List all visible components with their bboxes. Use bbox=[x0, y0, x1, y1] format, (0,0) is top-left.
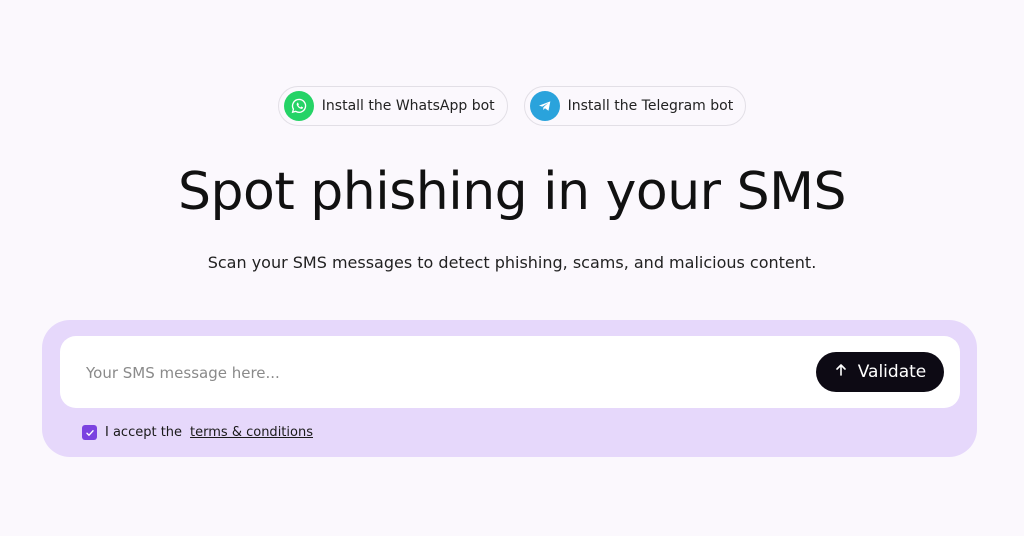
validate-button[interactable]: Validate bbox=[816, 352, 944, 392]
whatsapp-bot-label: Install the WhatsApp bot bbox=[321, 98, 495, 114]
checkmark-icon bbox=[85, 429, 94, 436]
sms-input-container: Validate bbox=[60, 336, 960, 408]
install-telegram-bot-button[interactable]: Install the Telegram bot bbox=[523, 86, 747, 126]
sms-check-panel: Validate I accept the terms & conditions bbox=[42, 320, 977, 457]
terms-conditions-link[interactable]: terms & conditions bbox=[190, 425, 313, 440]
validate-label: Validate bbox=[857, 362, 927, 382]
bot-links: Install the WhatsApp bot Install the Tel… bbox=[0, 86, 1024, 126]
telegram-icon bbox=[529, 91, 560, 121]
sms-message-input[interactable] bbox=[84, 358, 788, 388]
terms-row: I accept the terms & conditions bbox=[82, 425, 313, 440]
page-subtitle: Scan your SMS messages to detect phishin… bbox=[207, 253, 817, 272]
telegram-bot-label: Install the Telegram bot bbox=[567, 98, 734, 114]
page-title: Spot phishing in your SMS bbox=[178, 162, 846, 222]
arrow-up-icon bbox=[834, 362, 848, 382]
terms-prefix: I accept the bbox=[105, 425, 183, 440]
terms-checkbox[interactable] bbox=[82, 425, 97, 440]
whatsapp-icon bbox=[283, 91, 314, 121]
install-whatsapp-bot-button[interactable]: Install the WhatsApp bot bbox=[277, 86, 508, 126]
